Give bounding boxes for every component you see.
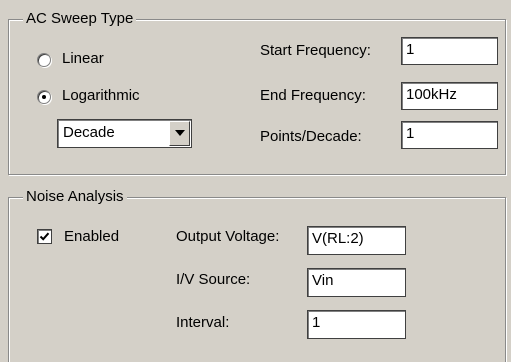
end-frequency-input[interactable]: 100kHz	[401, 82, 498, 110]
iv-source-input[interactable]: Vin	[307, 268, 406, 297]
start-frequency-input[interactable]: 1	[401, 37, 498, 65]
output-voltage-label: Output Voltage:	[176, 228, 280, 245]
interval-label: Interval:	[176, 314, 230, 331]
sweep-scale-value: Decade	[63, 124, 115, 141]
ac-sweep-title: AC Sweep Type	[23, 10, 137, 28]
iv-source-label: I/V Source:	[176, 271, 251, 288]
chevron-down-icon	[175, 130, 185, 136]
dropdown-button[interactable]	[169, 121, 190, 146]
points-per-decade-label: Points/Decade:	[260, 128, 362, 145]
linear-label[interactable]: Linear	[62, 50, 104, 68]
radio-selected-dot	[42, 95, 46, 99]
linear-radio[interactable]	[37, 53, 51, 67]
enabled-label[interactable]: Enabled	[64, 228, 119, 246]
noise-analysis-group: Noise Analysis	[8, 188, 506, 362]
logarithmic-label[interactable]: Logarithmic	[62, 87, 140, 105]
checkmark-icon	[39, 232, 50, 241]
start-frequency-label: Start Frequency:	[260, 42, 371, 59]
enabled-checkbox[interactable]	[37, 229, 52, 244]
noise-analysis-title: Noise Analysis	[23, 188, 127, 206]
logarithmic-radio[interactable]	[37, 90, 51, 104]
points-per-decade-input[interactable]: 1	[401, 121, 498, 149]
output-voltage-input[interactable]: V(RL:2)	[307, 226, 406, 255]
interval-input[interactable]: 1	[307, 310, 406, 339]
end-frequency-label: End Frequency:	[260, 87, 366, 104]
sweep-scale-dropdown[interactable]: Decade	[57, 119, 192, 148]
